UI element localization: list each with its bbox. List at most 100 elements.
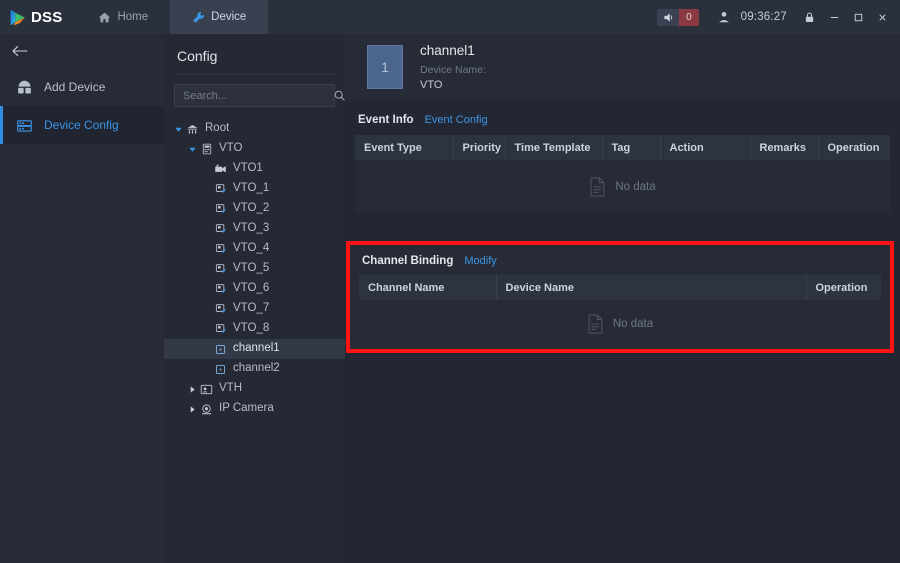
- channel-binding-empty-state: No data: [359, 300, 881, 348]
- dss-logo-icon: [9, 8, 28, 27]
- tree-node-vto1[interactable]: VTO1: [164, 159, 345, 179]
- channel-binding-highlight: Channel Binding Modify Channel NameDevic…: [346, 241, 894, 353]
- sidebar-item-device-config[interactable]: Device Config: [0, 106, 164, 144]
- speaker-icon: [657, 11, 679, 24]
- tab-device-label: Device: [211, 11, 246, 23]
- tree-node-vto-7[interactable]: VTO_7: [164, 299, 345, 319]
- tree-node-label: VTO_6: [233, 283, 269, 295]
- wrench-icon: [192, 11, 205, 24]
- chevron-down-icon[interactable]: [172, 125, 185, 134]
- event-config-link[interactable]: Event Config: [425, 114, 488, 126]
- column-header: Operation: [806, 275, 881, 300]
- sidebar-item-add-device-label: Add Device: [44, 80, 105, 94]
- org-icon: [185, 123, 200, 136]
- tree-node-label: VTO_2: [233, 203, 269, 215]
- channel-binding-header-row: Channel NameDevice NameOperation: [359, 275, 881, 300]
- channel-binding-title: Channel Binding: [362, 255, 453, 267]
- monitor-icon: [213, 344, 228, 355]
- channel-binding-header: Channel Binding Modify: [359, 245, 881, 275]
- back-button[interactable]: [0, 34, 164, 68]
- device-meta: channel1 Device Name: VTO: [420, 43, 486, 91]
- event-info-title: Event Info: [358, 114, 414, 126]
- tree-node-label: VTH: [219, 383, 242, 395]
- column-header: Action: [660, 135, 750, 160]
- chevron-right-icon[interactable]: [186, 405, 199, 414]
- close-button[interactable]: [870, 0, 894, 34]
- channel-icon: [213, 323, 228, 335]
- tree-node-ip-camera[interactable]: IP Camera: [164, 399, 345, 419]
- channel-icon: [213, 243, 228, 255]
- tree-node-vth[interactable]: VTH: [164, 379, 345, 399]
- search-box[interactable]: [174, 84, 335, 107]
- channel-icon: [213, 303, 228, 315]
- alarm-sound-indicator[interactable]: 0: [657, 9, 699, 26]
- add-device-icon: [16, 79, 33, 96]
- home-icon: [98, 11, 111, 24]
- event-info-table: Event TypePriorityTime TemplateTagAction…: [355, 135, 890, 160]
- camera-icon: [213, 163, 228, 176]
- lock-icon[interactable]: [796, 0, 822, 34]
- tree-node-channel2[interactable]: channel2: [164, 359, 345, 379]
- tab-device[interactable]: Device: [170, 0, 268, 34]
- tree-node-vto-2[interactable]: VTO_2: [164, 199, 345, 219]
- tree-node-label: VTO_4: [233, 243, 269, 255]
- tree-search-wrap: [164, 75, 345, 115]
- monitor-icon: [213, 364, 228, 375]
- tree-node-vto-6[interactable]: VTO_6: [164, 279, 345, 299]
- event-info-header-row: Event TypePriorityTime TemplateTagAction…: [355, 135, 890, 160]
- device-config-icon: [16, 117, 33, 134]
- no-data-icon: [589, 177, 606, 197]
- maximize-button[interactable]: [846, 0, 870, 34]
- tree-node-vto-8[interactable]: VTO_8: [164, 319, 345, 339]
- event-info-empty-text: No data: [615, 181, 655, 193]
- tree-node-label: VTO_3: [233, 223, 269, 235]
- channel-icon: [213, 203, 228, 215]
- minimize-button[interactable]: [822, 0, 846, 34]
- channel-binding-section: Channel Binding Modify Channel NameDevic…: [350, 245, 890, 349]
- column-header: Event Type: [355, 135, 453, 160]
- window-tabs: Home Device: [76, 0, 268, 34]
- event-info-header: Event Info Event Config: [355, 100, 890, 135]
- device-name-label: Device Name:: [420, 64, 486, 76]
- tree-node-vto-3[interactable]: VTO_3: [164, 219, 345, 239]
- modify-link[interactable]: Modify: [464, 255, 496, 267]
- tree-node-root[interactable]: Root: [164, 119, 345, 139]
- sidebar-item-add-device[interactable]: Add Device: [0, 68, 164, 106]
- alarm-count-badge: 0: [679, 9, 699, 26]
- system-tray: 0 09:36:27: [657, 0, 900, 34]
- ipc-icon: [199, 403, 214, 416]
- column-header: Remarks: [750, 135, 818, 160]
- search-input[interactable]: [175, 90, 333, 102]
- tree-node-label: VTO: [219, 143, 242, 155]
- user-icon[interactable]: [711, 0, 737, 34]
- tree-node-channel1[interactable]: channel1: [164, 339, 345, 359]
- back-arrow-icon: [12, 44, 29, 58]
- chevron-right-icon[interactable]: [186, 385, 199, 394]
- channel-binding-table: Channel NameDevice NameOperation: [359, 275, 881, 300]
- device-icon: [199, 143, 214, 155]
- tree-node-vto-1[interactable]: VTO_1: [164, 179, 345, 199]
- tree-node-vto-4[interactable]: VTO_4: [164, 239, 345, 259]
- device-tree: Root VTO VTO1 VTO_1 VTO_2 VTO_3 VTO_4 VTO_5 VTO_…: [164, 115, 345, 419]
- device-name-value: VTO: [420, 79, 486, 91]
- event-info-section: Event Info Event Config Event TypePriori…: [345, 100, 900, 213]
- tree-node-label: VTO_7: [233, 303, 269, 315]
- channel-binding-empty-text: No data: [613, 318, 653, 330]
- clock: 09:36:27: [737, 11, 796, 23]
- column-header: Priority: [453, 135, 505, 160]
- column-header: Device Name: [496, 275, 806, 300]
- no-data-icon: [587, 314, 604, 334]
- tab-home-label: Home: [117, 11, 148, 23]
- tree-node-label: VTO_5: [233, 263, 269, 275]
- tree-node-label: VTO_1: [233, 183, 269, 195]
- column-header: Tag: [602, 135, 660, 160]
- tree-node-label: Root: [205, 123, 229, 135]
- channel-icon: [213, 263, 228, 275]
- tree-node-label: channel1: [233, 343, 280, 355]
- channel-icon: [213, 183, 228, 195]
- chevron-down-icon[interactable]: [186, 145, 199, 154]
- tree-node-label: VTO1: [233, 163, 263, 175]
- tree-node-vto[interactable]: VTO: [164, 139, 345, 159]
- tree-node-vto-5[interactable]: VTO_5: [164, 259, 345, 279]
- tab-home[interactable]: Home: [76, 0, 170, 34]
